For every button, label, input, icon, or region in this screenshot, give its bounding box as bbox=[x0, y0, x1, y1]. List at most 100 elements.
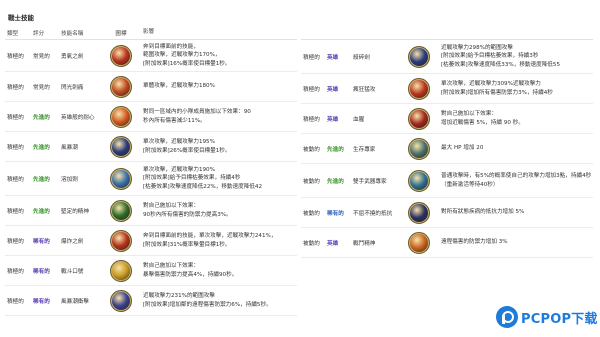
skill-effect: 近戰攻擊力298%的範圍攻擊 [附加效果]給予目標枯萎效果，持續3秒 [枯萎效果]攻… bbox=[435, 44, 593, 69]
skill-effect-line: 對自己施加以下效果： bbox=[441, 111, 497, 118]
table-row: 積極的 稀有的 戰斗口號 對自己施加以下效果： 暴擊傷害防禦力提高4%，持續90秒。 bbox=[5, 256, 297, 286]
skill-effect-line: 單次攻擊，近戰攻擊力190% bbox=[143, 167, 215, 174]
skill-icon-cell bbox=[403, 231, 435, 254]
skill-type: 積極的 bbox=[7, 144, 24, 151]
skill-icon-cell bbox=[403, 201, 435, 224]
table-row: 積極的 英雄 血腥 對自己施加以下效果： 增加近戰傷害 5%，持續 90 秒。 bbox=[301, 104, 593, 134]
skill-type: 積極的 bbox=[7, 176, 24, 183]
whirl-icon bbox=[110, 167, 132, 190]
table-row: 積極的 稀有的 爆炸之劍 奔到目標面前的技能，單次攻擊，近戰攻擊力241%， [附加效果… bbox=[5, 226, 297, 256]
skill-effect-line: 近戰攻擊力298%的範圍攻擊 bbox=[441, 45, 513, 52]
header-type: 類型 bbox=[7, 30, 19, 37]
skill-rating: 常見的 bbox=[33, 53, 50, 60]
skill-effect: 遠程傷害的防禦力增加 3% bbox=[435, 238, 593, 246]
flash-sting-icon bbox=[110, 75, 132, 98]
skill-effect: 普通攻擊時，有5%的概率使自己的攻擊力增加3點，持續4秒 （重新激活等待40秒） bbox=[435, 172, 593, 189]
skill-effect-line: 最大 HP 增加 20 bbox=[441, 145, 484, 152]
skill-effect-line: [附加效果]31%概率擊暈目標1秒。 bbox=[143, 241, 231, 248]
skill-type: 積極的 bbox=[7, 268, 24, 275]
table-row: 積極的 先進的 英雄般的耐心 對同一區域內的小隊成員施加以下效果：90 秒內所有傷害減少… bbox=[5, 102, 297, 132]
skill-name: 戰斗口號 bbox=[61, 268, 84, 275]
skill-effect-line: 範圍攻擊，近戰攻擊力170%， bbox=[143, 52, 221, 59]
skill-effect-line: 增加近戰傷害 5%，持續 90 秒。 bbox=[441, 119, 524, 126]
explosion-sword-icon bbox=[110, 229, 132, 252]
skill-effect: 對所有狀態疾病的抵抗力增加 5% bbox=[435, 208, 593, 216]
table-row: 積極的 先進的 風暴潮 單次攻擊，近戰攻擊力195% [附加效果]26%概率使目標暈1秒… bbox=[5, 132, 297, 162]
skill-type: 積極的 bbox=[303, 116, 320, 123]
table-body: 積極的 英雄 殺碎劍 近戰攻擊力298%的範圍攻擊 [附加效果]給予目標枯萎效果，持續3… bbox=[301, 40, 593, 258]
skill-name: 生存專家 bbox=[353, 146, 376, 153]
skill-effect: 單次攻擊，近戰攻擊力309%近戰攻擊力 [附加效果]增加所有傷害防禦力3%，持續4… bbox=[435, 80, 593, 97]
skill-rating: 稀有的 bbox=[33, 268, 50, 275]
skill-effect-line: 對自己施加以下效果： bbox=[143, 203, 199, 210]
skill-effect-line: [附加效果]16%概率使目標暈1秒。 bbox=[143, 60, 231, 67]
storm-blade-icon bbox=[110, 135, 132, 158]
skill-icon-cell bbox=[403, 45, 435, 68]
skill-name: 殺碎劍 bbox=[353, 54, 370, 61]
skill-name: 不屈不撓的抵抗 bbox=[353, 210, 393, 217]
skill-rating: 稀有的 bbox=[33, 238, 50, 245]
heart-shield-icon bbox=[110, 105, 132, 128]
skill-name: 閃光刺痛 bbox=[61, 84, 84, 91]
shatter-blade-icon bbox=[408, 45, 430, 68]
skill-icon-cell bbox=[105, 44, 137, 67]
skill-rating: 英雄 bbox=[327, 54, 339, 61]
skill-effect: 對自己施加以下效果： 90秒內所有傷害的防禦力提高3%。 bbox=[137, 202, 297, 219]
skill-effect-line: 秒內所有傷害減少11%。 bbox=[143, 117, 206, 124]
table-row: 被動的 先進的 生存專家 最大 HP 增加 20 bbox=[301, 134, 593, 164]
skill-icon-cell bbox=[105, 259, 137, 282]
skill-effect: 對同一區域內的小隊成員施加以下效果：90 秒內所有傷害減少11%。 bbox=[137, 108, 297, 125]
skill-rating: 稀有的 bbox=[33, 298, 50, 305]
skill-effect-line: （重新激活等待40秒） bbox=[441, 181, 499, 188]
skill-effect: 對自己施加以下效果： 增加近戰傷害 5%，持續 90 秒。 bbox=[435, 110, 593, 127]
table-body: 積極的 常見的 勇氣之劍 奔到目標面前的技能， 範圍攻擊，近戰攻擊力170%， [附加效果… bbox=[5, 40, 297, 316]
skill-type: 積極的 bbox=[7, 238, 24, 245]
table-row: 積極的 英雄 殺碎劍 近戰攻擊力298%的範圍攻擊 [附加效果]給予目標枯萎效果，持續3… bbox=[301, 40, 593, 74]
skill-rating: 英雄 bbox=[327, 86, 339, 93]
frenzy-icon bbox=[408, 77, 430, 100]
skill-name: 堅定的精神 bbox=[61, 208, 89, 215]
skill-effect-line: [附加效果]給予目標枯萎效果，持續3秒 bbox=[441, 53, 539, 60]
skill-effect: 近戰攻擊力231%的範圍攻擊 [附加效果]增加鄰的遠程傷害防禦力6%，持續5秒。 bbox=[137, 292, 297, 309]
storm-strike-icon bbox=[110, 289, 132, 312]
skill-rating: 常見的 bbox=[33, 84, 50, 91]
skill-type: 積極的 bbox=[7, 114, 24, 121]
table-row: 積極的 常見的 閃光刺痛 單體攻擊，近戰攻擊力180% bbox=[5, 72, 297, 102]
skill-effect: 單次攻擊，近戰攻擊力195% [附加效果]26%概率使目標暈1秒。 bbox=[137, 138, 297, 155]
skill-name: 勇氣之劍 bbox=[61, 53, 84, 60]
skill-effect-line: 奔到目標面前的技能，單次攻擊，近戰攻擊力241%， bbox=[143, 233, 277, 240]
skill-effect-line: 近戰攻擊力231%的範圍攻擊 bbox=[143, 293, 215, 300]
skill-icon-cell bbox=[105, 135, 137, 158]
pcpop-logo-icon bbox=[496, 306, 518, 328]
table-row: 被動的 英雄 戰鬥精神 遠程傷害的防禦力增加 3% bbox=[301, 228, 593, 258]
skill-name: 英雄般的耐心 bbox=[61, 114, 95, 121]
skill-icon-cell bbox=[105, 167, 137, 190]
header-icon: 圖標 bbox=[115, 30, 127, 37]
skill-icon-cell bbox=[105, 229, 137, 252]
page-title: 戰士技能 bbox=[8, 14, 34, 22]
skill-icon-cell bbox=[105, 105, 137, 128]
skill-effect-line: [附加效果]給予目標枯萎效果，持續4秒 bbox=[143, 175, 241, 182]
skill-effect-line: 對所有狀態疾病的抵抗力增加 5% bbox=[441, 209, 525, 216]
skill-effect-line: 普通攻擊時，有5%的概率使自己的攻擊力增加3點，持續4秒 bbox=[441, 173, 592, 180]
skill-effect: 奔到目標面前的技能，單次攻擊，近戰攻擊力241%， [附加效果]31%概率擊暈目標… bbox=[137, 232, 297, 249]
skill-effect: 奔到目標面前的技能， 範圍攻擊，近戰攻擊力170%， [附加效果]16%概率使目標暈… bbox=[137, 43, 297, 68]
header-effect: 影響 bbox=[143, 29, 155, 36]
skill-effect: 對自己施加以下效果： 暴擊傷害防禦力提高4%，持續90秒。 bbox=[137, 262, 297, 279]
skill-name: 溶加劑 bbox=[61, 176, 78, 183]
skill-rating: 先進的 bbox=[33, 208, 50, 215]
skill-effect-line: [枯萎效果]攻擊速度降低33%，移動速度降低55 bbox=[441, 61, 561, 68]
skill-name: 爆炸之劍 bbox=[61, 238, 84, 245]
table-row: 積極的 先進的 堅定的精神 對自己施加以下效果： 90秒內所有傷害的防禦力提高3%。 bbox=[5, 196, 297, 226]
table-header-blank bbox=[301, 26, 593, 40]
skill-effect: 單次攻擊，近戰攻擊力190% [附加效果]給予目標枯萎效果，持續4秒 [枯萎效果]攻… bbox=[137, 166, 297, 191]
skill-type: 積極的 bbox=[7, 298, 24, 305]
table-row: 積極的 常見的 勇氣之劍 奔到目標面前的技能， 範圍攻擊，近戰攻擊力170%， [附加效果… bbox=[5, 40, 297, 72]
skill-rating: 先進的 bbox=[33, 114, 50, 121]
watermark-text: PCPOP下载 bbox=[521, 311, 598, 327]
skill-type: 積極的 bbox=[303, 54, 320, 61]
skill-type: 被動的 bbox=[303, 146, 320, 153]
skill-type: 積極的 bbox=[7, 84, 24, 91]
skill-rating: 先進的 bbox=[33, 144, 50, 151]
skill-icon-cell bbox=[403, 107, 435, 130]
